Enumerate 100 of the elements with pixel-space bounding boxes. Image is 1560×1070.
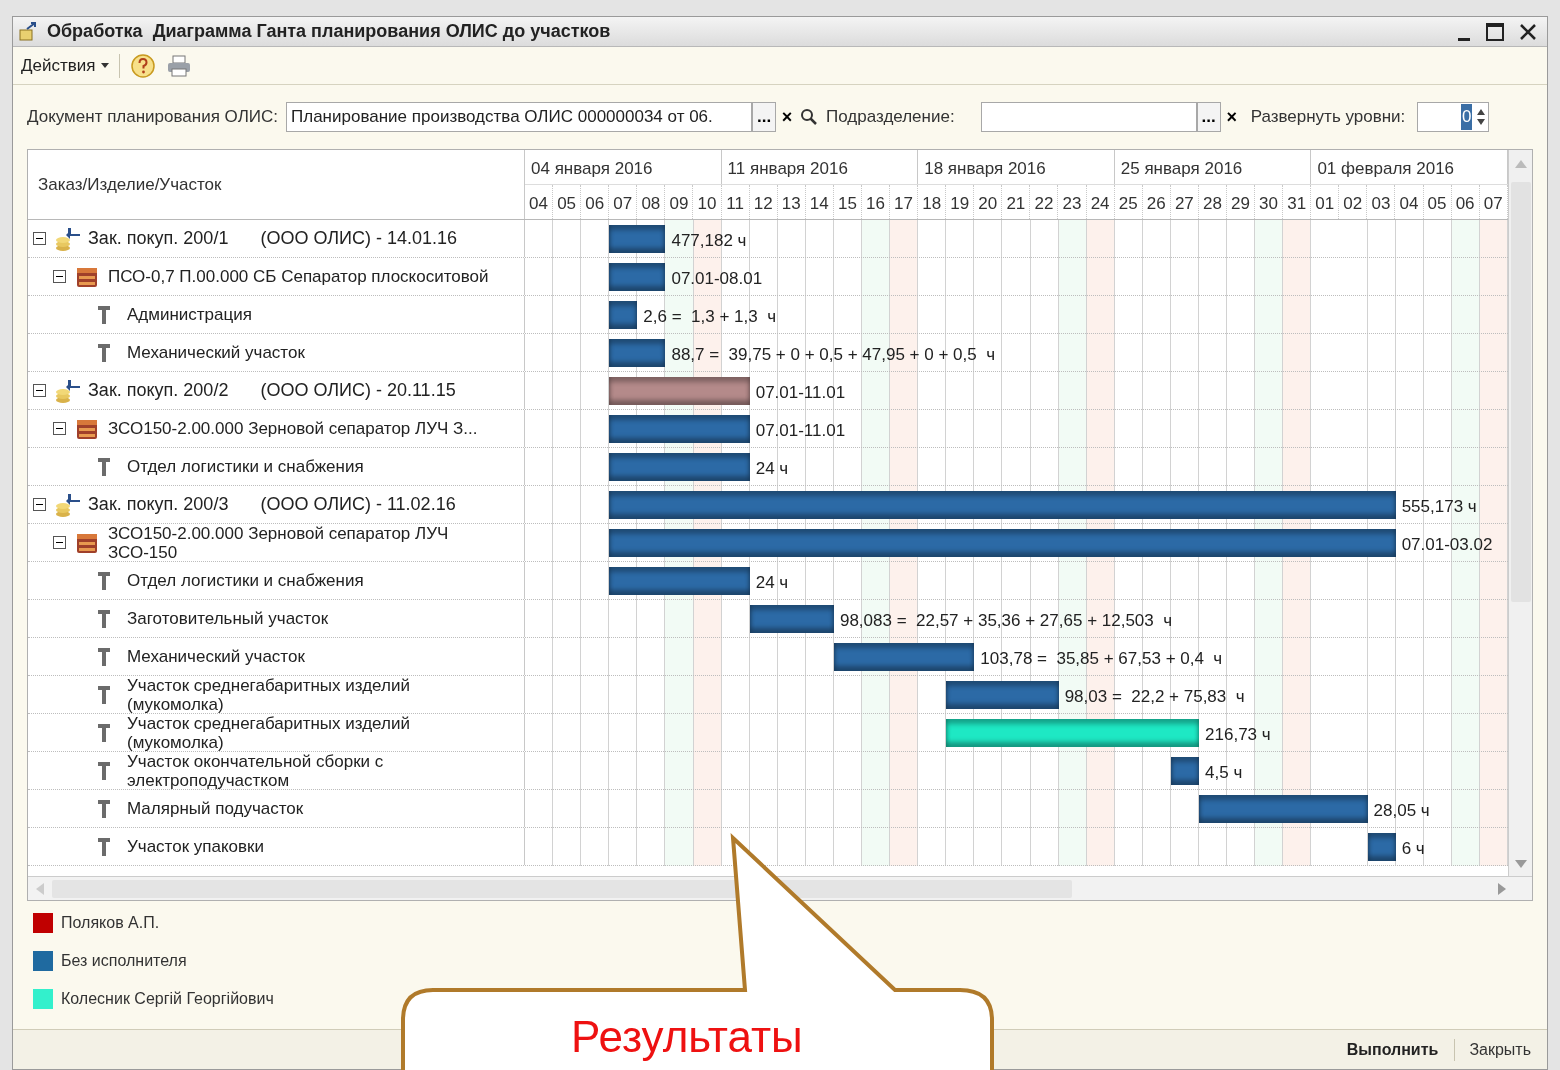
post-icon (98, 760, 110, 781)
spinner-arrows-icon (1476, 107, 1487, 127)
day-header: 23 (1058, 184, 1087, 219)
bar-label: 98,03 = 22,2 + 75,83 ч (1064, 686, 1245, 708)
day-header: 09 (665, 184, 694, 219)
bar-label: 07.01-08.01 (671, 268, 763, 290)
day-header: 05 (1423, 184, 1452, 219)
close-icon[interactable] (1519, 22, 1537, 41)
day-header: 16 (861, 184, 890, 219)
window-title: Обработка Диаграмма Ганта планирования ОЛИС до участков (47, 20, 611, 43)
post-icon (98, 722, 110, 743)
bar-label: 216,73 ч (1205, 724, 1271, 746)
section-name: Участок среднегабаритных изделий (мукомолка) (127, 676, 411, 713)
bar-label: 4,5 ч (1205, 762, 1243, 784)
day-header: 05 (553, 184, 582, 219)
section-name: Малярный подучасток (127, 799, 304, 818)
day-header: 29 (1226, 184, 1256, 219)
post-icon (98, 608, 110, 629)
field-label: Подразделение: (826, 106, 955, 129)
close-button[interactable]: Закрыть (1465, 1037, 1535, 1062)
help-icon[interactable] (130, 52, 157, 79)
section-name: Участок среднегабаритных изделий (мукомолка) (127, 714, 411, 751)
field-label: Развернуть уровни: (1250, 106, 1406, 129)
week-header: 25 января 2016 (1114, 150, 1312, 184)
scroll-left-icon[interactable] (36, 882, 44, 895)
clear-button[interactable]: × (776, 102, 799, 132)
horizontal-scrollbar[interactable] (28, 876, 1532, 900)
division-field[interactable] (980, 102, 1197, 132)
section-name: Механический участок (127, 647, 305, 666)
collapse-toggle[interactable] (53, 422, 66, 435)
post-icon (98, 798, 110, 819)
select-button[interactable]: ... (1196, 102, 1221, 132)
day-header: 25 (1114, 184, 1143, 219)
run-button[interactable]: Выполнить (1340, 1037, 1445, 1062)
coins-arrow-icon (54, 377, 80, 404)
window-icon (17, 20, 39, 43)
post-icon (98, 342, 110, 363)
day-header: 04 (1395, 184, 1424, 219)
gantt-bar[interactable] (1367, 833, 1396, 861)
order-customer: (ООО ОЛИС) - 14.01.16 (260, 227, 457, 250)
section-name: Администрация (127, 305, 252, 324)
collapse-toggle[interactable] (33, 232, 46, 245)
day-header: 27 (1170, 184, 1199, 219)
legend-label: Поляков А.П. (61, 913, 160, 933)
maximize-icon[interactable] (1485, 21, 1505, 42)
print-icon[interactable] (166, 53, 193, 78)
section-name: Отдел логистики и снабжения (127, 571, 364, 590)
collapse-toggle[interactable] (53, 270, 66, 283)
order-name: Зак. покуп. 200/2 (88, 379, 229, 402)
bar-label: 103,78 = 35,85 + 67,53 + 0,4 ч (980, 648, 1223, 670)
product-name: ПСО-0,7 П.00.000 СБ Сепаратор плоскоситовой (108, 267, 489, 286)
coins-arrow-icon (54, 225, 80, 252)
order-name: Зак. покуп. 200/3 (88, 493, 229, 516)
day-header: 26 (1142, 184, 1171, 219)
actions-menu[interactable]: Действия (21, 52, 110, 79)
bar-label: 88,7 = 39,75 + 0 + 0,5 + 47,95 + 0 + 0,5 ч (671, 344, 996, 366)
gantt-bar[interactable] (609, 301, 638, 329)
collapse-toggle[interactable] (53, 536, 66, 549)
gantt-bar[interactable] (1170, 757, 1200, 785)
clear-button[interactable]: × (1220, 102, 1243, 132)
bar-label: 2,6 = 1,3 + 1,3 ч (643, 306, 776, 328)
bar-label: 98,083 = 22,57 + 35,36 + 27,65 + 12,503 ч (839, 610, 1173, 632)
day-header: 22 (1030, 184, 1059, 219)
day-header: 06 (1451, 184, 1480, 219)
section-name: Участок упаковки (127, 837, 265, 856)
week-header: 01 февраля 2016 (1311, 150, 1508, 184)
levels-spinner[interactable]: 0 (1417, 102, 1490, 132)
day-header: 20 (974, 184, 1003, 219)
order-customer: (ООО ОЛИС) - 11.02.16 (260, 493, 456, 516)
day-header: 03 (1367, 184, 1396, 219)
vertical-scrollbar[interactable] (1508, 150, 1532, 876)
coins-arrow-icon (54, 491, 80, 518)
day-header: 19 (946, 184, 975, 219)
week-header: 04 января 2016 (525, 150, 722, 184)
document-field[interactable]: Планирование производства ОЛИС 000000034 от 06. (286, 102, 753, 132)
collapse-toggle[interactable] (33, 384, 46, 397)
day-header: 08 (637, 184, 666, 219)
day-header: 01 (1311, 184, 1340, 219)
legend-label: Без исполнителя (61, 951, 187, 971)
bar-label: 28,05 ч (1373, 800, 1430, 822)
day-header: 18 (918, 184, 947, 219)
day-header: 04 (525, 184, 554, 219)
bar-label: 07.01-11.01 (755, 382, 846, 404)
week-header: 11 января 2016 (721, 150, 919, 184)
scroll-right-icon[interactable] (1498, 882, 1506, 895)
section-name: Отдел логистики и снабжения (127, 457, 364, 476)
caret-icon (101, 63, 110, 68)
collapse-toggle[interactable] (33, 498, 46, 511)
post-icon (98, 646, 110, 667)
week-header: 18 января 2016 (918, 150, 1115, 184)
day-header: 24 (1086, 184, 1115, 219)
search-icon[interactable] (800, 108, 819, 126)
scroll-down-icon[interactable] (1514, 860, 1527, 868)
day-header: 06 (581, 184, 610, 219)
day-header: 12 (749, 184, 778, 219)
select-button[interactable]: ... (752, 102, 777, 132)
order-customer: (ООО ОЛИС) - 20.11.15 (260, 379, 456, 402)
post-icon (98, 456, 110, 477)
scroll-up-icon[interactable] (1514, 160, 1527, 168)
product-name: ЗСО150-2.00.000 Зерновой сепаратор ЛУЧ З... (108, 419, 478, 438)
